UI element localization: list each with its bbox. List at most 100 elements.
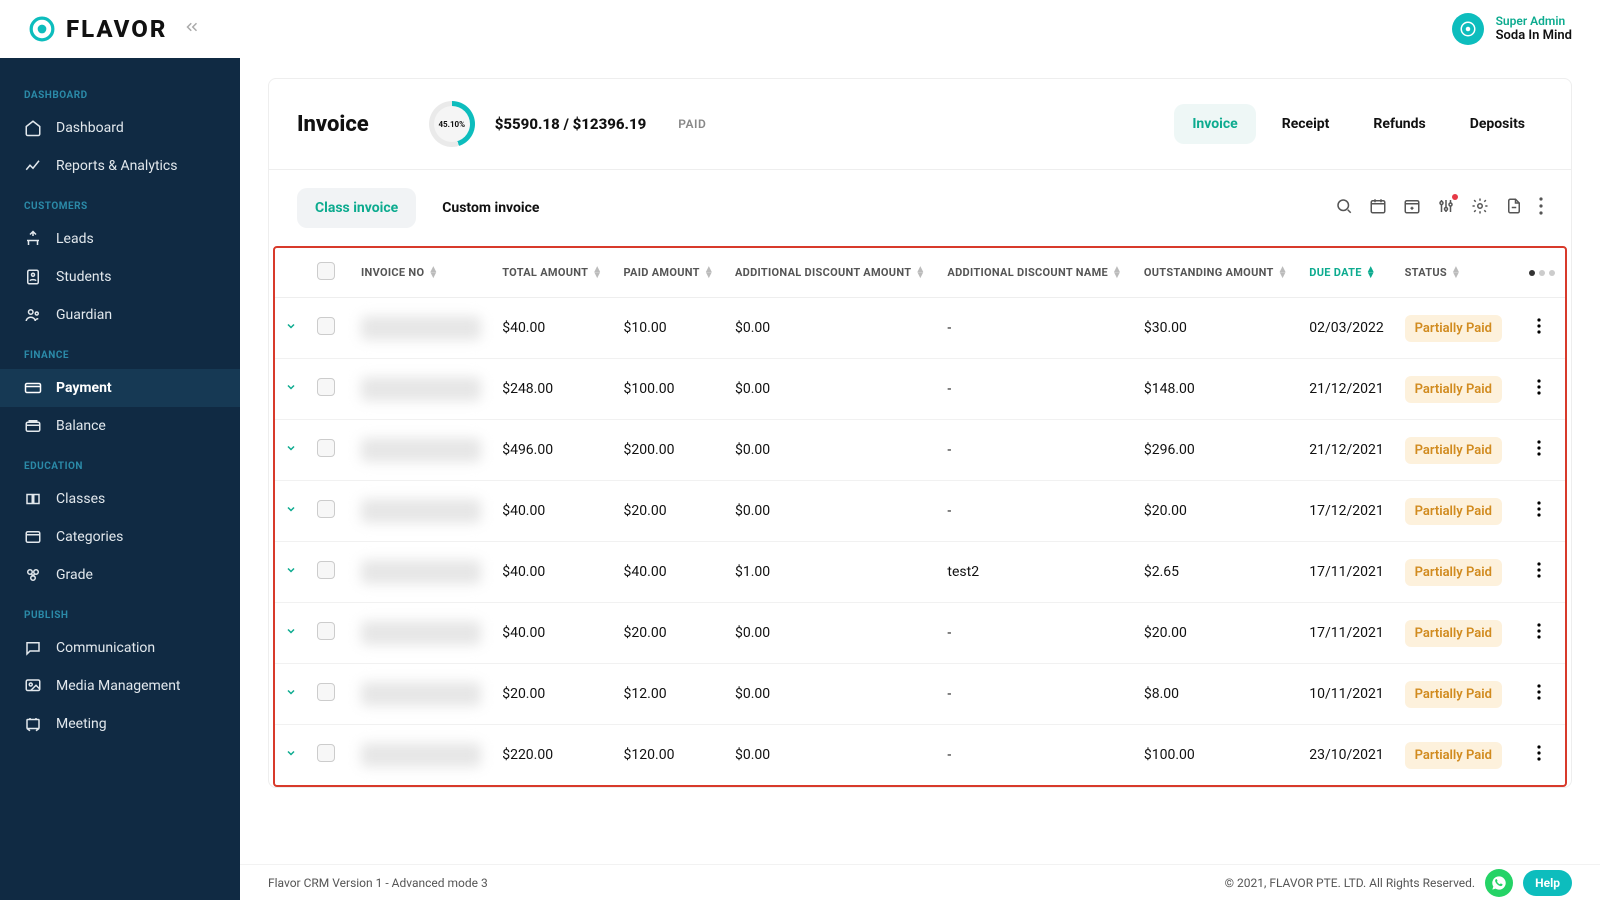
row-menu-button[interactable] (1537, 444, 1541, 460)
subtab-class-invoice[interactable]: Class invoice (297, 188, 416, 228)
sidebar-item-label: Communication (56, 640, 155, 656)
user-menu[interactable]: Super Admin Soda In Mind (1452, 13, 1572, 45)
due-date-cell: 21/12/2021 (1299, 359, 1394, 420)
tab-invoice[interactable]: Invoice (1174, 104, 1255, 144)
status-badge: Partially Paid (1405, 315, 1502, 342)
column-status[interactable]: STATUS▲▼ (1395, 248, 1513, 298)
expand-row-button[interactable] (285, 625, 297, 641)
settings-icon[interactable] (1471, 197, 1489, 219)
row-menu-button[interactable] (1537, 383, 1541, 399)
sidebar-item-label: Classes (56, 491, 105, 507)
row-menu-button[interactable] (1537, 749, 1541, 765)
tab-deposits[interactable]: Deposits (1452, 104, 1543, 144)
select-all-checkbox[interactable] (317, 262, 335, 280)
sidebar-item-meeting[interactable]: Meeting (0, 705, 240, 743)
add-discount-name-cell: - (937, 603, 1133, 664)
sidebar-item-classes[interactable]: Classes (0, 480, 240, 518)
sidebar-item-leads[interactable]: Leads (0, 220, 240, 258)
schedule-icon[interactable] (1403, 197, 1421, 219)
total-amount-cell: $40.00 (492, 298, 613, 359)
row-menu-button[interactable] (1537, 322, 1541, 338)
row-checkbox[interactable] (317, 744, 335, 762)
sidebar-item-label: Balance (56, 418, 106, 434)
total-amount-cell: $40.00 (492, 481, 613, 542)
row-checkbox[interactable] (317, 317, 335, 335)
row-checkbox[interactable] (317, 561, 335, 579)
sidebar-item-grade[interactable]: Grade (0, 556, 240, 594)
column-additional-discount-amount[interactable]: ADDITIONAL DISCOUNT AMOUNT▲▼ (725, 248, 937, 298)
row-menu-button[interactable] (1537, 566, 1541, 582)
add-discount-name-cell: test2 (937, 542, 1133, 603)
top-tabs: InvoiceReceiptRefundsDeposits (1174, 104, 1543, 144)
sidebar-item-categories[interactable]: Categories (0, 518, 240, 556)
status-badge: Partially Paid (1405, 498, 1502, 525)
expand-row-button[interactable] (285, 320, 297, 336)
due-date-cell: 17/12/2021 (1299, 481, 1394, 542)
sort-icon: ▲▼ (1278, 267, 1288, 279)
invoice-card: Invoice 45.10% $5590.18 / $12396.19 PAID… (268, 78, 1572, 788)
sidebar-item-dashboard[interactable]: Dashboard (0, 109, 240, 147)
row-checkbox[interactable] (317, 683, 335, 701)
meeting-icon (24, 715, 42, 733)
row-menu-button[interactable] (1537, 688, 1541, 704)
reports-analytics-icon (24, 157, 42, 175)
expand-row-button[interactable] (285, 747, 297, 763)
total-amount-cell: $248.00 (492, 359, 613, 420)
more-icon[interactable] (1539, 197, 1543, 219)
page-title: Invoice (297, 112, 369, 137)
filter-icon[interactable] (1437, 197, 1455, 219)
expand-row-button[interactable] (285, 564, 297, 580)
add-discount-amount-cell: $0.00 (725, 359, 937, 420)
expand-row-button[interactable] (285, 442, 297, 458)
column-total-amount[interactable]: TOTAL AMOUNT▲▼ (492, 248, 613, 298)
column-invoice-no[interactable]: INVOICE NO▲▼ (351, 248, 492, 298)
pagination-dots[interactable] (1529, 270, 1555, 276)
sidebar-item-label: Students (56, 269, 111, 285)
column-paid-amount[interactable]: PAID AMOUNT▲▼ (614, 248, 725, 298)
column-due-date[interactable]: DUE DATE▲▼ (1299, 248, 1394, 298)
expand-row-button[interactable] (285, 381, 297, 397)
sidebar: DASHBOARDDashboardReports & AnalyticsCUS… (0, 58, 240, 900)
tab-refunds[interactable]: Refunds (1355, 104, 1443, 144)
row-menu-button[interactable] (1537, 627, 1541, 643)
sidebar-item-balance[interactable]: Balance (0, 407, 240, 445)
subtab-custom-invoice[interactable]: Custom invoice (424, 188, 557, 228)
sidebar-collapse-button[interactable] (183, 18, 201, 40)
expand-row-button[interactable] (285, 503, 297, 519)
outstanding-amount-cell: $20.00 (1134, 603, 1299, 664)
export-icon[interactable] (1505, 197, 1523, 219)
sidebar-item-label: Media Management (56, 678, 181, 694)
classes-icon (24, 490, 42, 508)
add-discount-name-cell: - (937, 725, 1133, 786)
sidebar-item-payment[interactable]: Payment (0, 369, 240, 407)
column-outstanding-amount[interactable]: OUTSTANDING AMOUNT▲▼ (1134, 248, 1299, 298)
outstanding-amount-cell: $30.00 (1134, 298, 1299, 359)
calendar-icon[interactable] (1369, 197, 1387, 219)
sort-icon: ▲▼ (915, 267, 925, 279)
row-checkbox[interactable] (317, 439, 335, 457)
brand-name: FLAVOR (66, 15, 167, 43)
row-checkbox[interactable] (317, 500, 335, 518)
column-additional-discount-name[interactable]: ADDITIONAL DISCOUNT NAME▲▼ (937, 248, 1133, 298)
sidebar-item-label: Guardian (56, 307, 112, 323)
row-checkbox[interactable] (317, 622, 335, 640)
tab-receipt[interactable]: Receipt (1264, 104, 1348, 144)
search-icon[interactable] (1335, 197, 1353, 219)
whatsapp-icon[interactable] (1485, 869, 1513, 897)
row-checkbox[interactable] (317, 378, 335, 396)
sidebar-item-reports-analytics[interactable]: Reports & Analytics (0, 147, 240, 185)
add-discount-amount-cell: $0.00 (725, 725, 937, 786)
sidebar-item-guardian[interactable]: Guardian (0, 296, 240, 334)
sidebar-item-communication[interactable]: Communication (0, 629, 240, 667)
help-button[interactable]: Help (1523, 870, 1572, 896)
sidebar-item-label: Dashboard (56, 120, 124, 136)
sort-icon: ▲▼ (1112, 267, 1122, 279)
paid-amount-cell: $40.00 (614, 542, 725, 603)
sidebar-item-media-management[interactable]: Media Management (0, 667, 240, 705)
main-content: Invoice 45.10% $5590.18 / $12396.19 PAID… (240, 58, 1600, 900)
sidebar-item-students[interactable]: Students (0, 258, 240, 296)
table-row: $220.00$120.00$0.00-$100.0023/10/2021Par… (275, 725, 1565, 786)
expand-row-button[interactable] (285, 686, 297, 702)
invoice-no-cell (361, 682, 481, 706)
row-menu-button[interactable] (1537, 505, 1541, 521)
